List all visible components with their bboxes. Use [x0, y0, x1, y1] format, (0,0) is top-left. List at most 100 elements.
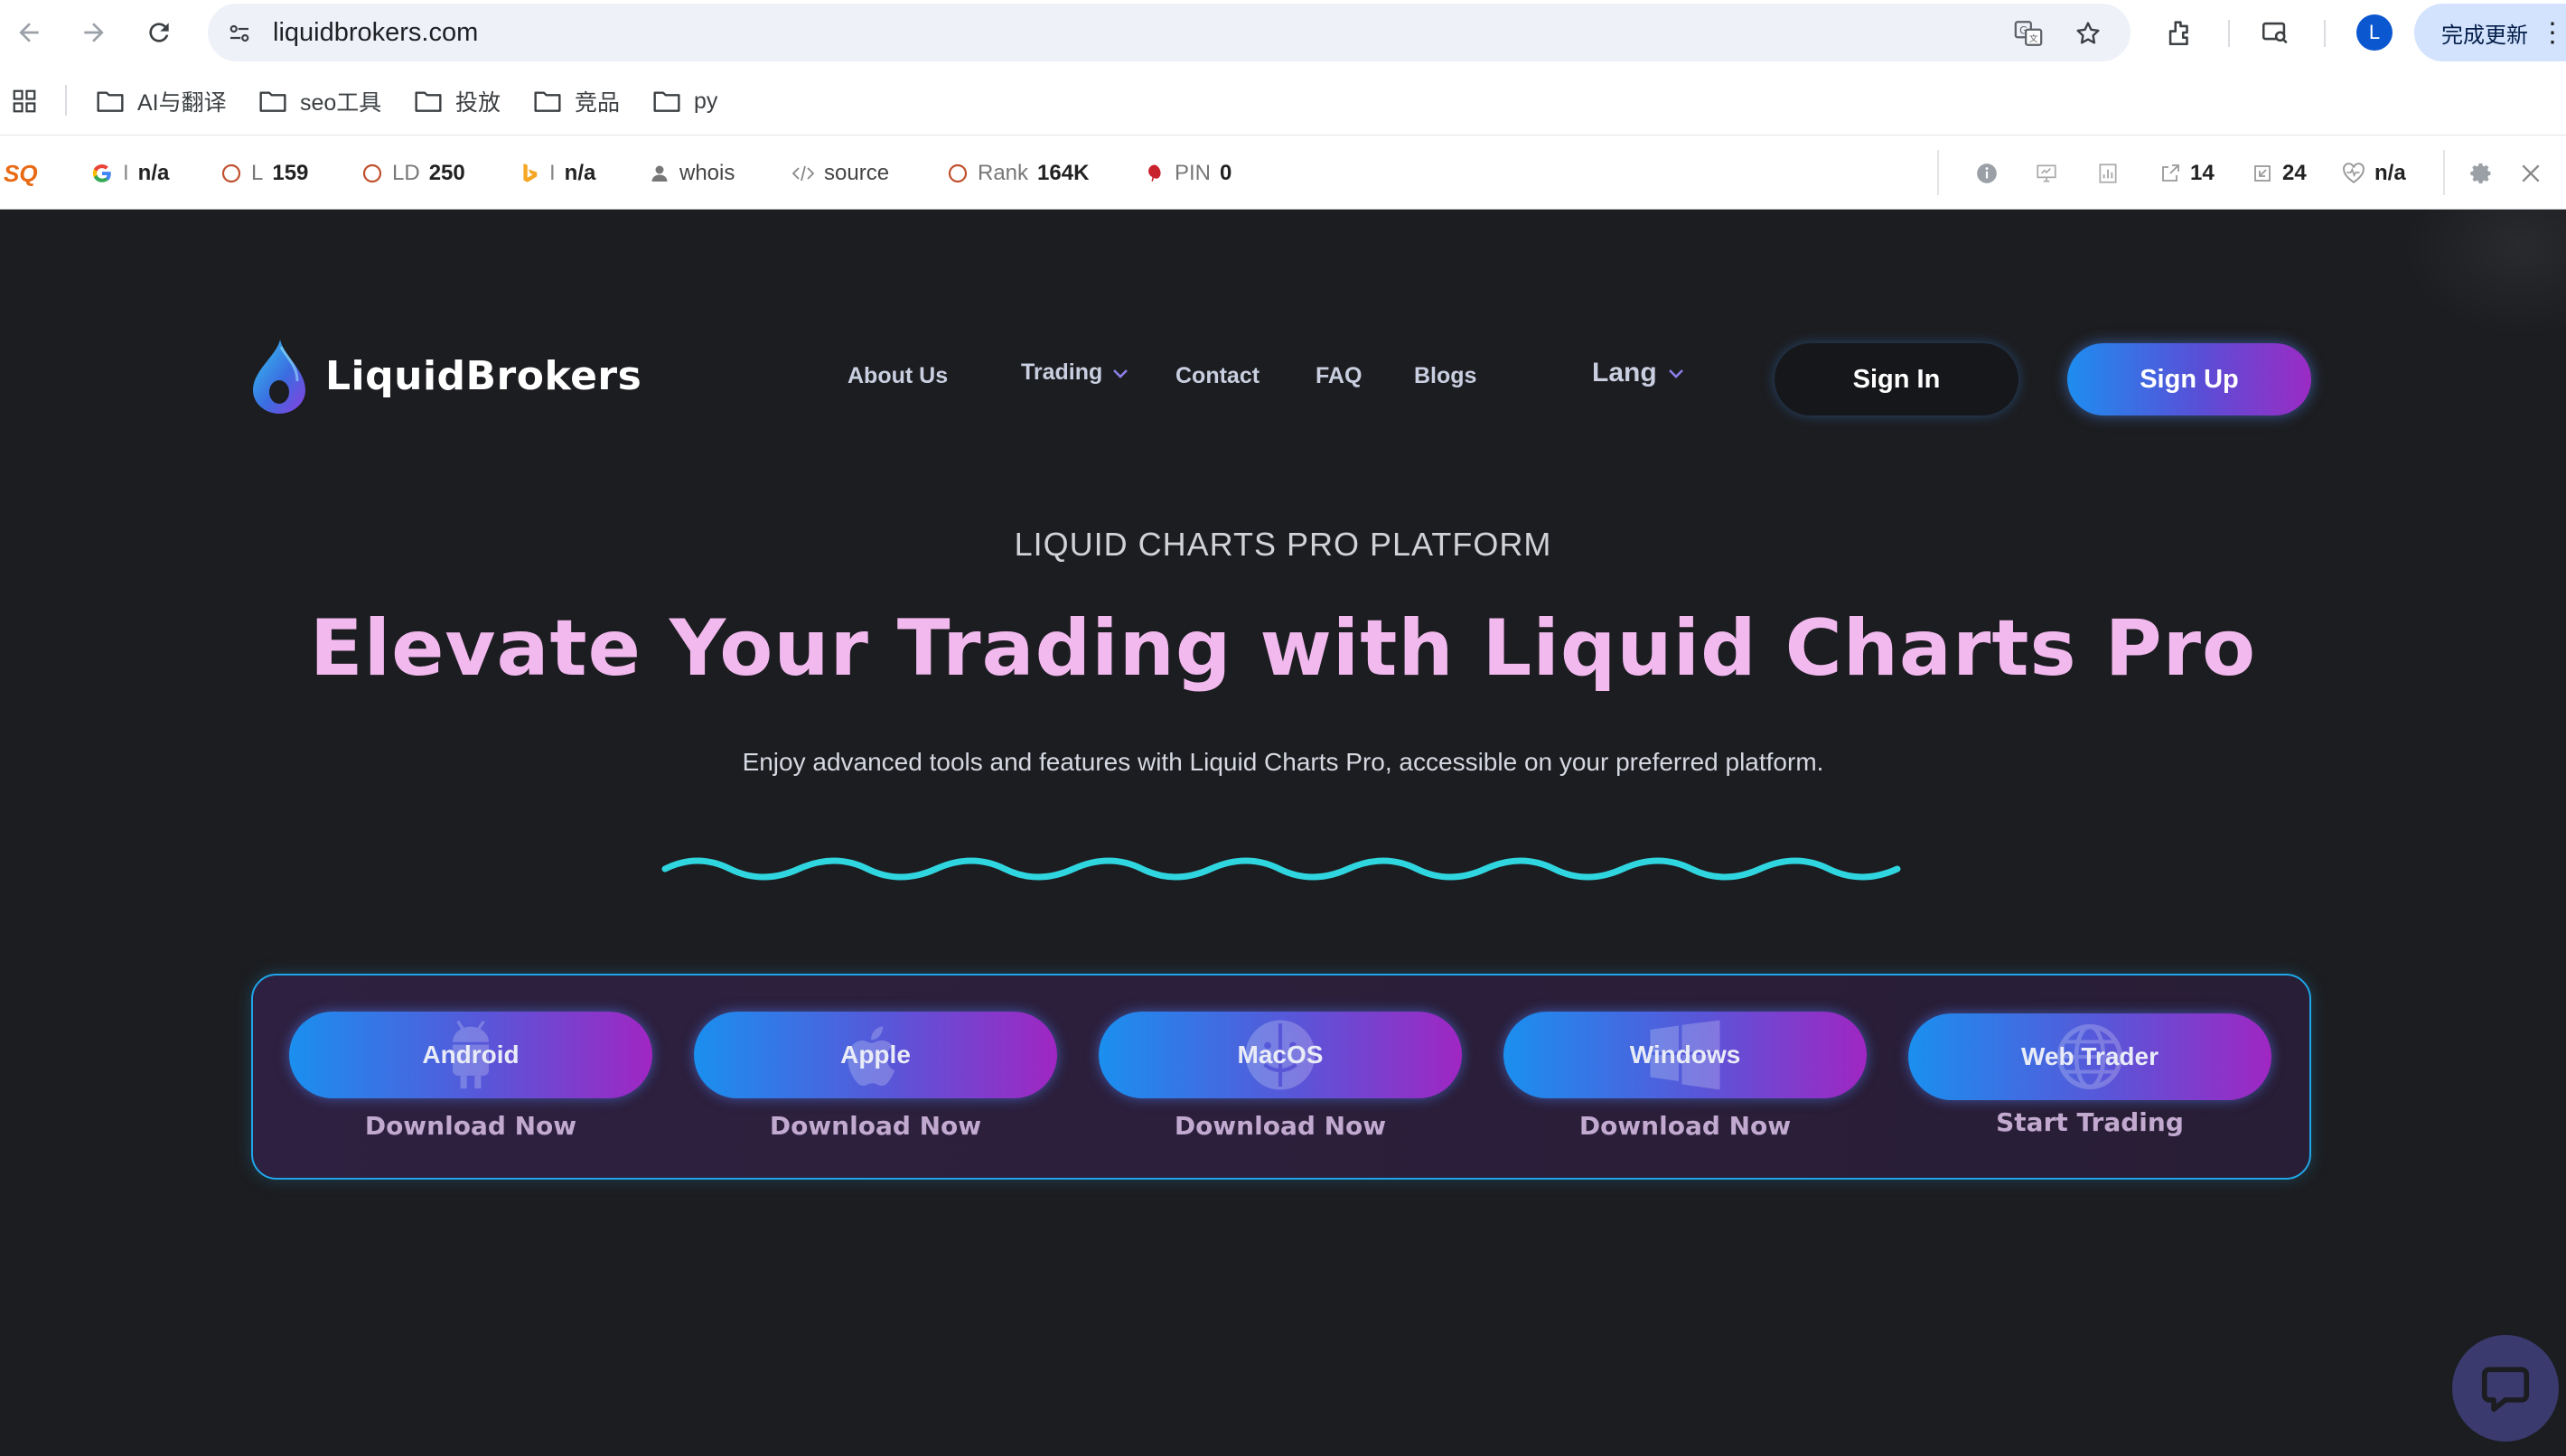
bookmark-label: 投放: [455, 90, 501, 116]
apple-download-link[interactable]: Download Now: [694, 1111, 1057, 1141]
site-settings-icon[interactable]: [222, 16, 257, 51]
svg-text:文: 文: [2029, 33, 2038, 44]
language-label: Lang: [1592, 358, 1657, 387]
arrow-left-icon: [19, 23, 39, 42]
external-link-icon: [2162, 164, 2179, 182]
bookmark-label: seo工具: [300, 90, 382, 116]
url-text[interactable]: liquidbrokers.com: [273, 18, 478, 48]
seoquake-logo-text: SQ: [4, 159, 38, 187]
rank-metric[interactable]: Rank 164K: [947, 155, 1089, 191]
extensions-icon[interactable]: [2159, 13, 2199, 52]
decorative-wave: [661, 857, 1901, 881]
cast-search-icon[interactable]: [2255, 13, 2295, 52]
language-selector[interactable]: Lang: [1592, 358, 1686, 388]
bookmark-folder[interactable]: 投放: [414, 83, 501, 119]
nav-blogs[interactable]: Blogs: [1414, 363, 1476, 389]
page-info-button[interactable]: [2035, 155, 2058, 191]
nav-trading-label: Trading: [1021, 359, 1103, 385]
more-vert-icon[interactable]: ⋮: [2539, 17, 2566, 49]
web-trader-button[interactable]: Web Trader: [1908, 1013, 2271, 1100]
apple-label: Apple: [840, 1041, 911, 1069]
hero-headline: Elevate Your Trading with Liquid Charts …: [309, 603, 2257, 694]
bookmark-star-icon[interactable]: [2071, 16, 2105, 51]
bookmark-folder[interactable]: 竞品: [533, 83, 620, 119]
bookmark-folder[interactable]: AI与翻译: [96, 83, 227, 119]
platform-web-trader: Web Trader Start Trading: [1908, 1012, 2271, 1156]
nav-contact[interactable]: Contact: [1175, 363, 1260, 389]
monitor-icon: [2037, 164, 2056, 182]
bookmark-label: 竞品: [575, 90, 621, 116]
bing-icon: [523, 163, 538, 182]
address-bar[interactable]: liquidbrokers.com G文: [208, 4, 2131, 61]
back-button[interactable]: [9, 13, 49, 52]
windows-button[interactable]: Windows: [1503, 1012, 1867, 1098]
links-value: 159: [272, 161, 309, 185]
sign-in-button[interactable]: Sign In: [1775, 343, 2018, 415]
nav-faq-label: FAQ: [1316, 363, 1363, 388]
apple-button[interactable]: Apple: [694, 1012, 1057, 1098]
internal-link-icon: [2254, 165, 2271, 182]
internal-links-metric[interactable]: 24: [2252, 155, 2307, 191]
seo-toolbar: SQ I n/a L 159 LD 250 I n/a whois source…: [0, 135, 2566, 210]
bing-index-metric[interactable]: I n/a: [520, 155, 595, 191]
heart-pulse-icon: [2343, 163, 2365, 183]
source-link[interactable]: source: [791, 155, 889, 191]
whois-link[interactable]: whois: [649, 155, 735, 191]
close-icon: [2522, 164, 2540, 182]
forward-button[interactable]: [74, 13, 114, 52]
google-icon: [92, 163, 111, 182]
report-button[interactable]: [2096, 155, 2120, 191]
nav-faq[interactable]: FAQ: [1316, 363, 1362, 389]
chevron-down-icon: [1668, 369, 1683, 378]
reload-button[interactable]: [139, 13, 179, 52]
linking-domains-metric[interactable]: LD 250: [361, 155, 465, 191]
hero-eyebrow: LIQUID CHARTS PRO PLATFORM: [1014, 526, 1552, 563]
info-icon: [1977, 163, 1997, 183]
google-index-metric[interactable]: I n/a: [90, 155, 169, 191]
macos-button[interactable]: MacOS: [1099, 1012, 1462, 1098]
apps-grid-icon: [13, 89, 36, 113]
nav-about-us[interactable]: About Us: [848, 363, 948, 389]
bookmark-folder[interactable]: seo工具: [258, 83, 381, 119]
download-panel: Android Download Now Apple Download Now …: [251, 974, 2311, 1180]
android-button[interactable]: Android: [289, 1012, 652, 1098]
web-trader-start-link[interactable]: Start Trading: [1908, 1107, 2271, 1137]
update-button[interactable]: 完成更新 ⋮: [2414, 4, 2566, 61]
external-links-metric[interactable]: 14: [2159, 155, 2215, 191]
whois-label: whois: [679, 161, 735, 185]
links-metric[interactable]: L 159: [220, 155, 308, 191]
google-prefix: I: [123, 161, 129, 185]
apps-button[interactable]: [11, 83, 38, 119]
android-label: Android: [422, 1041, 520, 1069]
chat-icon: [2481, 1367, 2530, 1413]
nav-about-label: About Us: [848, 363, 949, 388]
android-download-link[interactable]: Download Now: [289, 1111, 652, 1141]
seo-settings-button[interactable]: [2468, 155, 2494, 191]
seoquake-logo[interactable]: SQ: [4, 155, 38, 191]
health-value: n/a: [2374, 161, 2406, 185]
macos-download-link[interactable]: Download Now: [1099, 1111, 1462, 1141]
info-button[interactable]: [1975, 155, 1999, 191]
linking-domains-value: 250: [428, 161, 465, 185]
seo-close-button[interactable]: [2519, 155, 2543, 191]
brand-logo[interactable]: LiquidBrokers: [249, 336, 642, 415]
folder-icon: [534, 91, 561, 112]
folder-icon: [415, 91, 442, 112]
circle-icon: [221, 163, 241, 183]
google-value: n/a: [137, 161, 170, 185]
nav-contact-label: Contact: [1175, 363, 1260, 388]
toolbar-divider: [2228, 20, 2230, 47]
health-metric[interactable]: n/a: [2342, 155, 2406, 191]
website-viewport: LiquidBrokers About Us Trading Contact F…: [0, 210, 2566, 1456]
pin-metric[interactable]: PIN 0: [1144, 155, 1231, 191]
web-trader-label: Web Trader: [2021, 1042, 2159, 1070]
chart-doc-icon: [2099, 163, 2117, 183]
bookmark-folder[interactable]: py: [652, 83, 717, 119]
profile-avatar[interactable]: L: [2356, 14, 2393, 51]
bookmark-label: AI与翻译: [137, 90, 227, 116]
windows-download-link[interactable]: Download Now: [1503, 1111, 1867, 1141]
nav-trading[interactable]: Trading: [1021, 359, 1129, 386]
sign-up-button[interactable]: Sign Up: [2067, 343, 2311, 415]
live-chat-button[interactable]: [2452, 1335, 2559, 1442]
translate-icon[interactable]: G文: [2011, 16, 2046, 51]
